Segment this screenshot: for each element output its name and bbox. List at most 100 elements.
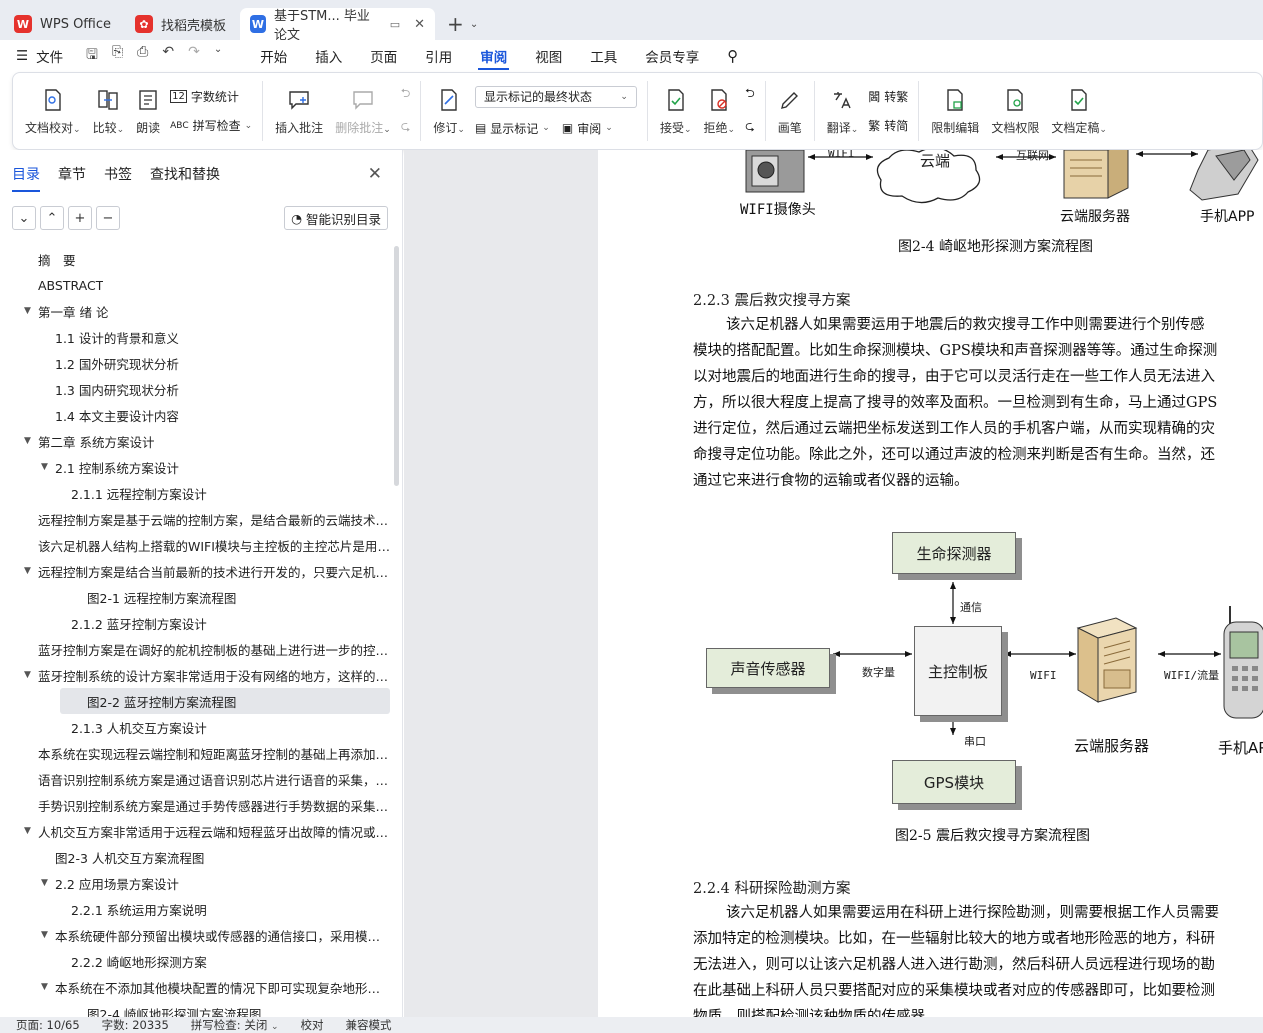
read-aloud-button[interactable]: 朗读 — [130, 76, 166, 146]
toc-item[interactable]: ABSTRACT — [0, 272, 390, 298]
word-count-indicator[interactable]: 字数: 20335 — [102, 1017, 169, 1033]
page-indicator[interactable]: 页面: 10/65 — [16, 1017, 80, 1033]
translate-button[interactable]: 翻译⌄ — [821, 76, 865, 146]
undo-icon[interactable]: ↶ — [162, 44, 174, 68]
expand-toggle-icon[interactable]: ▼ — [41, 878, 48, 888]
toc-item[interactable]: 图2-1 远程控制方案流程图 — [0, 584, 390, 610]
toc-item[interactable]: 1.1 设计的背景和意义 — [0, 324, 390, 350]
show-markup-button[interactable]: ▤ 显示标记 ⌄ — [475, 120, 550, 137]
sidebar-scrollbar[interactable] — [394, 246, 399, 486]
toc-item[interactable]: 2.1.2 蓝牙控制方案设计 — [0, 610, 390, 636]
expand-toggle-icon[interactable]: ▼ — [24, 566, 31, 576]
compare-button[interactable]: 比较⌄ — [87, 76, 131, 146]
spell-check-button[interactable]: ABC 拼写检查 ⌄ — [170, 117, 252, 134]
toc-item[interactable]: ▼ 本系统在不添加其他模块配置的情况下即可实现复杂地形的 ... — [0, 974, 390, 1000]
toc-item[interactable]: 语音识别控制系统方案是通过语音识别芯片进行语音的采集， ... — [0, 766, 390, 792]
close-tab-icon[interactable]: ✕ — [414, 17, 425, 32]
tab-toc[interactable]: 目录 — [12, 164, 40, 192]
toc-item[interactable]: 蓝牙控制方案是在调好的舵机控制板的基础上进行进一步的控 ... — [0, 636, 390, 662]
toc-item[interactable]: ▼ 蓝牙控制系统的设计方案非常适用于没有网络的地方，这样的 ... — [0, 662, 390, 688]
doc-permission-button[interactable]: 文档权限 — [985, 76, 1045, 146]
toc-item[interactable]: 2.2.1 系统运用方案说明 — [0, 896, 390, 922]
to-simplified-button[interactable]: 繁转简 — [868, 117, 908, 134]
toc-item[interactable]: ▼ 2.2 应用场景方案设计 — [0, 870, 390, 896]
next-comment-icon[interactable]: ⮎ — [401, 117, 411, 138]
tab-document[interactable]: W 基于STM... 毕业论文 ▭ ✕ — [240, 8, 436, 43]
toc-item[interactable]: 远程控制方案是基于云端的控制方案，是结合最新的云端技术 ... — [0, 506, 390, 532]
toc-item[interactable]: ▼ 2.1 控制系统方案设计 — [0, 454, 390, 480]
expand-toggle-icon[interactable]: ▼ — [41, 462, 48, 472]
toc-item[interactable]: ▼ 第一章 绪 论 — [0, 298, 390, 324]
expand-toggle-icon[interactable]: ▼ — [24, 436, 31, 446]
delete-comment-button[interactable]: 删除批注⌄ — [329, 76, 397, 146]
remove-heading-button[interactable]: − — [96, 206, 120, 230]
tab-chapter[interactable]: 章节 — [58, 164, 86, 192]
tab-wps-office[interactable]: W WPS Office — [4, 8, 121, 40]
previous-change-icon[interactable]: ⮌ — [745, 84, 755, 105]
toc-item[interactable]: ▼ 第二章 系统方案设计 — [0, 428, 390, 454]
toc-item[interactable]: 图2-2 蓝牙控制方案流程图 — [60, 688, 390, 714]
new-tab-button[interactable]: + ⌄ — [439, 8, 486, 40]
search-icon[interactable]: ⚲ — [713, 40, 752, 72]
close-icon[interactable]: ✕ — [368, 164, 382, 184]
insert-comment-button[interactable]: 插入批注 — [269, 76, 329, 146]
document-page[interactable]: WIFI 互联网 云端 WIFI摄像头 云端服务器 手机APP 图2-4 崎岖地… — [598, 150, 1263, 1017]
menu-start[interactable]: 开始 — [246, 40, 301, 72]
toc-item[interactable]: 1.4 本文主要设计内容 — [0, 402, 390, 428]
expand-toggle-icon[interactable]: ▼ — [24, 826, 31, 836]
menu-insert[interactable]: 插入 — [301, 40, 356, 72]
accept-button[interactable]: 接受⌄ — [654, 76, 698, 146]
proof-status[interactable]: 校对 — [301, 1017, 324, 1033]
toc-item[interactable]: 本系统在实现远程云端控制和短距离蓝牙控制的基础上再添加 ... — [0, 740, 390, 766]
toc-item[interactable]: 摘 要 — [0, 246, 390, 272]
word-count-button[interactable]: 12 字数统计 — [170, 88, 252, 105]
collapse-up-button[interactable]: ⌃ — [40, 206, 64, 230]
save-icon[interactable]: 🖫 — [86, 44, 98, 68]
export-icon[interactable]: ⎘ — [112, 44, 123, 68]
menu-review[interactable]: 审阅 — [466, 40, 521, 72]
expand-down-button[interactable]: ⌄ — [12, 206, 36, 230]
tab-templates[interactable]: ✿ 找稻壳模板 — [125, 8, 236, 40]
print-preview-icon[interactable]: ⎙ — [137, 44, 148, 68]
previous-comment-icon[interactable]: ⮌ — [401, 84, 411, 105]
redo-icon[interactable]: ↷ — [188, 44, 200, 68]
tab-bookmark[interactable]: 书签 — [104, 164, 132, 192]
tab-find-replace[interactable]: 查找和替换 — [150, 164, 220, 192]
chevron-down-icon[interactable]: ⌄ — [214, 44, 222, 68]
toc-item[interactable]: ▼ 远程控制方案是结合当前最新的技术进行开发的，只要六足机 ... — [0, 558, 390, 584]
toc-item[interactable]: 2.1.1 远程控制方案设计 — [0, 480, 390, 506]
restrict-edit-button[interactable]: 限制编辑 — [925, 76, 985, 146]
smart-toc-button[interactable]: ◔ 智能识别目录 — [284, 206, 388, 230]
file-menu[interactable]: ☰ 文件 — [0, 46, 76, 66]
toc-item[interactable]: 1.2 国外研究现状分析 — [0, 350, 390, 376]
pen-button[interactable]: 画笔 — [772, 76, 808, 146]
toc-item[interactable]: 2.2.2 崎岖地形探测方案 — [0, 948, 390, 974]
menu-tools[interactable]: 工具 — [576, 40, 631, 72]
menu-reference[interactable]: 引用 — [411, 40, 466, 72]
to-traditional-button[interactable]: 閪转繁 — [868, 88, 908, 105]
markup-select[interactable]: 显示标记的最终状态 ⌄ — [474, 85, 637, 108]
expand-toggle-icon[interactable]: ▼ — [41, 982, 48, 992]
toc-item[interactable]: 1.3 国内研究现状分析 — [0, 376, 390, 402]
toc-item[interactable]: 手势识别控制系统方案是通过手势传感器进行手势数据的采集 ... — [0, 792, 390, 818]
next-change-icon[interactable]: ⮎ — [745, 117, 755, 138]
add-heading-button[interactable]: + — [68, 206, 92, 230]
spell-check-status[interactable]: 拼写检查: 关闭 ⌄ — [191, 1017, 279, 1033]
menu-view[interactable]: 视图 — [521, 40, 576, 72]
toc-item[interactable]: ▼ 人机交互方案非常适用于远程云端和短程蓝牙出故障的情况或 ... — [0, 818, 390, 844]
toc-item[interactable]: 2.1.3 人机交互方案设计 — [0, 714, 390, 740]
expand-toggle-icon[interactable]: ▼ — [24, 306, 31, 316]
menu-page[interactable]: 页面 — [356, 40, 411, 72]
finalize-button[interactable]: 文档定稿⌄ — [1045, 76, 1113, 146]
toc-item[interactable]: 图2-3 人机交互方案流程图 — [0, 844, 390, 870]
toc-item[interactable]: ▼ 本系统硬件部分预留出模块或传感器的通信接口，采用模块 ... — [0, 922, 390, 948]
toc-item[interactable]: 该六足机器人结构上搭载的WIFI模块与主控板的主控芯片是用 ... — [0, 532, 390, 558]
review-pane-button[interactable]: ▣ 审阅 ⌄ — [562, 120, 613, 137]
expand-toggle-icon[interactable]: ▼ — [24, 670, 31, 680]
expand-toggle-icon[interactable]: ▼ — [41, 930, 48, 940]
revise-button[interactable]: 修订⌄ — [427, 76, 471, 146]
menu-member[interactable]: 会员专享 — [631, 40, 713, 72]
reject-button[interactable]: 拒绝⌄ — [698, 76, 742, 146]
proofread-button[interactable]: 文档校对⌄ — [19, 76, 87, 146]
window-icon[interactable]: ▭ — [390, 18, 400, 31]
